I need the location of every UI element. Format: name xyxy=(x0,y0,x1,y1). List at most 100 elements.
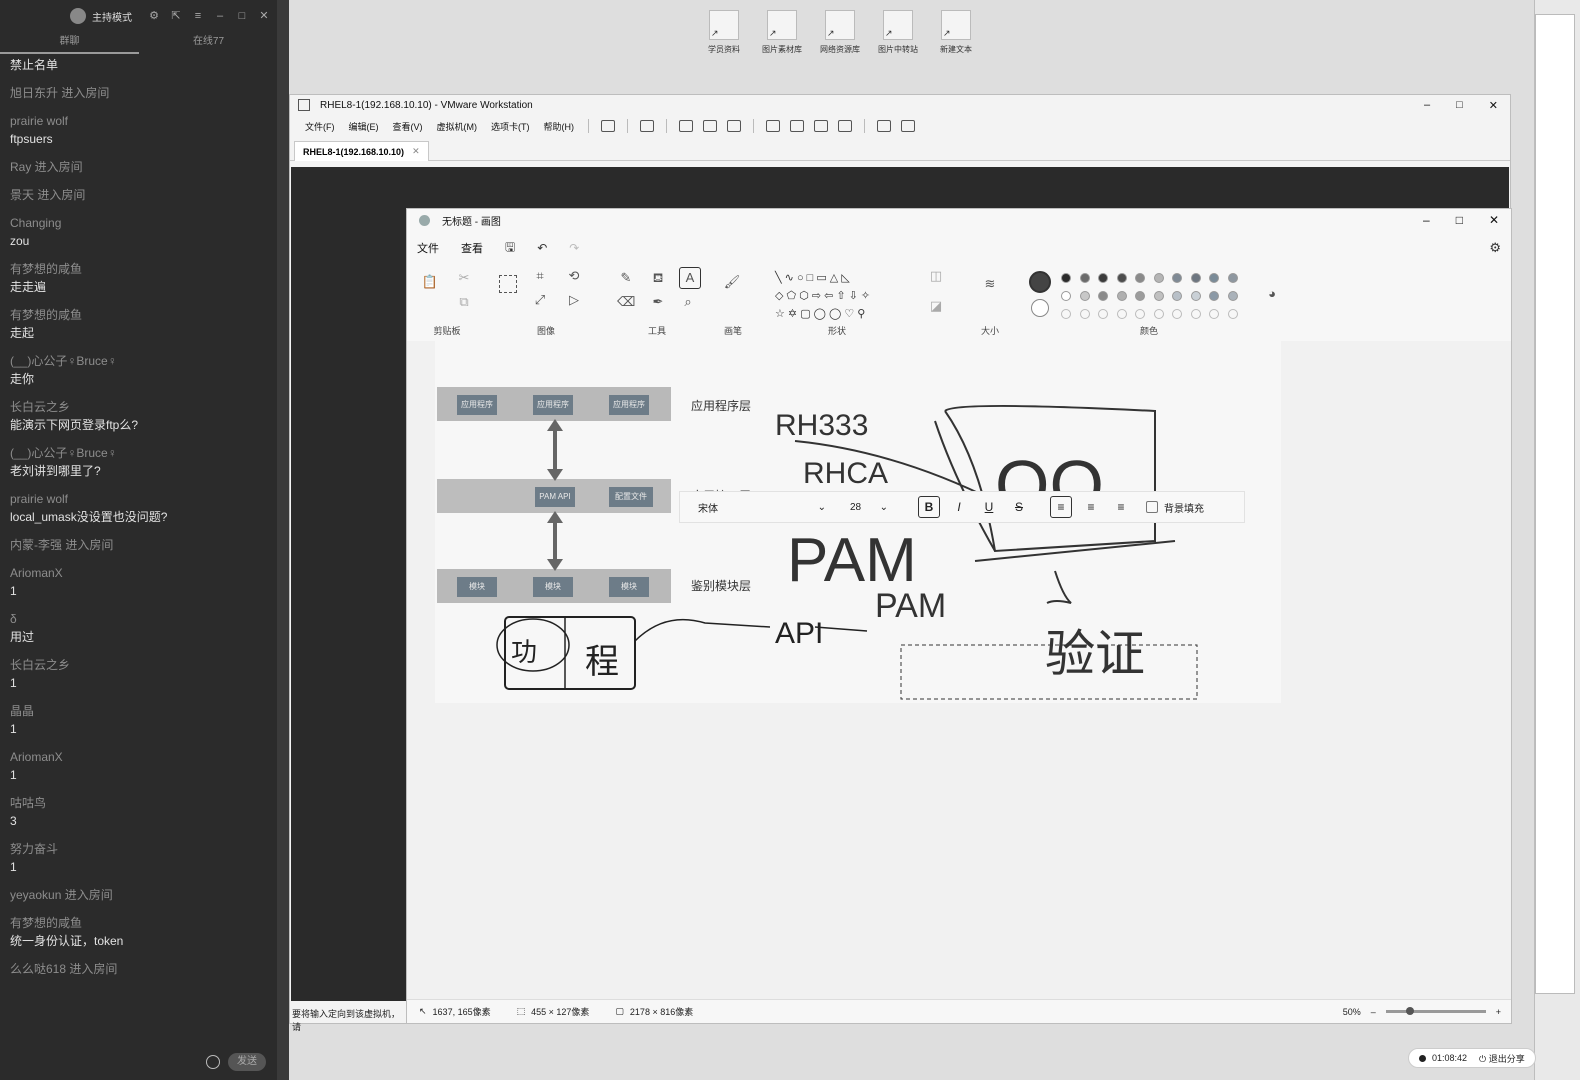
chat-nickname[interactable]: Ray 进入房间 xyxy=(10,159,278,176)
chat-scrollbar[interactable] xyxy=(277,0,289,1080)
secondary-color[interactable] xyxy=(1031,299,1049,317)
color-swatch[interactable] xyxy=(1079,273,1090,283)
snapshot-icon[interactable] xyxy=(679,120,693,132)
desktop-shortcut[interactable]: 网络资源库 xyxy=(815,10,865,55)
fill-icon[interactable]: ⛾ xyxy=(649,269,667,287)
send-button[interactable]: 发送 xyxy=(228,1053,266,1071)
tab-online[interactable]: 在线77 xyxy=(139,32,278,54)
chat-nickname[interactable]: prairie wolf xyxy=(10,113,278,130)
chat-nickname[interactable]: δ xyxy=(10,611,278,628)
menu-view[interactable]: 查看 xyxy=(461,240,483,256)
color-swatch[interactable] xyxy=(1172,291,1182,301)
close-icon[interactable]: ✕ xyxy=(1489,99,1498,112)
custom-color-slot[interactable] xyxy=(1061,309,1071,319)
align-left-button[interactable]: ≡ xyxy=(1050,496,1072,518)
chat-nickname[interactable]: 咕咕鸟 xyxy=(10,795,278,812)
unity-icon[interactable] xyxy=(838,120,852,132)
chat-nickname[interactable]: 有梦想的咸鱼 xyxy=(10,915,278,932)
star-shape-icon[interactable]: ☆ ✡ ▢ ◯ ◯ ♡ ⚲ xyxy=(775,307,865,320)
revert-snapshot-icon[interactable] xyxy=(703,120,717,132)
chat-nickname[interactable]: 景天 进入房间 xyxy=(10,187,278,204)
custom-color-slot[interactable] xyxy=(1172,309,1182,319)
close-icon[interactable]: ✕ xyxy=(258,10,270,22)
stretch-icon[interactable] xyxy=(901,120,915,132)
polygon-shape-icon[interactable]: ◇ ⬠ ⬡ ⇨ ⇦ ⇧ ⇩ ✧ xyxy=(775,289,870,302)
color-swatch[interactable] xyxy=(1190,291,1201,301)
resize-icon[interactable]: ⤢ xyxy=(531,291,549,309)
color-swatch[interactable] xyxy=(1172,273,1182,283)
pause-icon[interactable] xyxy=(601,120,615,132)
paste-icon[interactable]: 📋 xyxy=(421,273,439,291)
menu-icon[interactable]: ≡ xyxy=(192,10,204,22)
send-ctrl-alt-del-icon[interactable] xyxy=(640,120,654,132)
custom-color-slot[interactable] xyxy=(1116,309,1127,319)
size-icon[interactable]: ≋ xyxy=(981,275,999,293)
strikethrough-button[interactable]: S xyxy=(1008,496,1030,518)
color-swatch[interactable] xyxy=(1190,273,1201,283)
primary-color[interactable] xyxy=(1029,271,1051,293)
close-tab-icon[interactable]: ✕ xyxy=(412,146,420,157)
settings-icon[interactable]: ⚙ xyxy=(1489,240,1501,256)
vmware-menu-item[interactable]: 帮助(H) xyxy=(538,120,581,133)
custom-color-slot[interactable] xyxy=(1190,309,1201,319)
chat-nickname[interactable]: Changing xyxy=(10,215,278,232)
chat-nickname[interactable]: 内蒙-李强 进入房间 xyxy=(10,537,278,554)
fill-style-icon[interactable]: ◪ xyxy=(927,297,945,315)
popout-icon[interactable]: ⇱ xyxy=(170,10,182,22)
chat-nickname[interactable]: 晶晶 xyxy=(10,703,278,720)
desktop-shortcut[interactable]: 图片中转站 xyxy=(873,10,923,55)
copy-icon[interactable]: ⧉ xyxy=(455,293,473,311)
magnifier-icon[interactable]: ⌕ xyxy=(679,293,697,311)
color-swatch[interactable] xyxy=(1135,291,1145,301)
vmware-menu-item[interactable]: 虚拟机(M) xyxy=(431,120,484,133)
snapshot-manager-icon[interactable] xyxy=(727,120,741,132)
chat-nickname[interactable]: AriomanX xyxy=(10,565,278,582)
select-icon[interactable] xyxy=(499,275,517,293)
color-swatch[interactable] xyxy=(1079,291,1090,301)
color-swatch[interactable] xyxy=(1135,273,1145,283)
chat-nickname[interactable]: 努力奋斗 xyxy=(10,841,278,858)
color-swatch[interactable] xyxy=(1209,273,1219,283)
underline-button[interactable]: U xyxy=(978,496,1000,518)
chat-nickname[interactable]: 有梦想的咸鱼 xyxy=(10,261,278,278)
fullscreen-icon[interactable] xyxy=(814,120,828,132)
color-swatch[interactable] xyxy=(1227,291,1238,301)
background-window[interactable] xyxy=(1535,14,1575,994)
custom-color-slot[interactable] xyxy=(1227,309,1238,319)
redo-icon[interactable]: ↷ xyxy=(569,241,579,255)
chat-nickname[interactable]: 长白云之乡 xyxy=(10,399,278,416)
eraser-icon[interactable]: ⌫ xyxy=(617,293,635,311)
zoom-in-icon[interactable]: + xyxy=(1496,1007,1501,1017)
rotate-icon[interactable]: ⟲ xyxy=(565,267,583,285)
custom-color-slot[interactable] xyxy=(1079,309,1090,319)
vmware-menu-item[interactable]: 文件(F) xyxy=(299,120,341,133)
close-icon[interactable]: ✕ xyxy=(1489,213,1499,227)
color-swatch[interactable] xyxy=(1116,291,1127,301)
menu-file[interactable]: 文件 xyxy=(417,240,439,256)
chat-nickname[interactable]: 么么哒618 进入房间 xyxy=(10,961,278,978)
color-swatch[interactable] xyxy=(1209,291,1219,301)
italic-button[interactable]: I xyxy=(948,496,970,518)
flip-icon[interactable]: ▷ xyxy=(565,291,583,309)
exit-share-button[interactable]: ⏻ 退出分享 xyxy=(1479,1052,1525,1065)
vmware-menu-item[interactable]: 查看(V) xyxy=(387,120,429,133)
custom-color-slot[interactable] xyxy=(1153,309,1164,319)
color-swatch[interactable] xyxy=(1153,273,1164,283)
color-swatch[interactable] xyxy=(1116,273,1127,283)
zoom-out-icon[interactable]: – xyxy=(1371,1007,1376,1017)
maximize-icon[interactable]: □ xyxy=(1456,213,1463,227)
text-tool-icon[interactable]: A xyxy=(679,267,701,289)
chat-nickname[interactable]: yeyaokun 进入房间 xyxy=(10,887,278,904)
chat-nickname[interactable]: 旭日东升 进入房间 xyxy=(10,85,278,102)
chat-nickname[interactable]: (__)心公子♀Bruce♀ xyxy=(10,445,278,462)
emoji-icon[interactable] xyxy=(206,1055,220,1069)
vmware-menu-item[interactable]: 选项卡(T) xyxy=(485,120,536,133)
host-mode[interactable]: 主持模式 xyxy=(70,8,132,24)
maximize-icon[interactable]: □ xyxy=(236,10,248,22)
save-icon[interactable]: 🖫 xyxy=(505,238,515,259)
outline-icon[interactable]: ◫ xyxy=(927,267,945,285)
line-shape-icon[interactable]: ╲ ∿ ○ □ ▭ △ ◺ xyxy=(775,271,850,284)
chat-nickname[interactable]: 有梦想的咸鱼 xyxy=(10,307,278,324)
desktop-shortcut[interactable]: 图片素材库 xyxy=(757,10,807,55)
font-size-select[interactable]: 28 ⌄ xyxy=(844,502,894,513)
